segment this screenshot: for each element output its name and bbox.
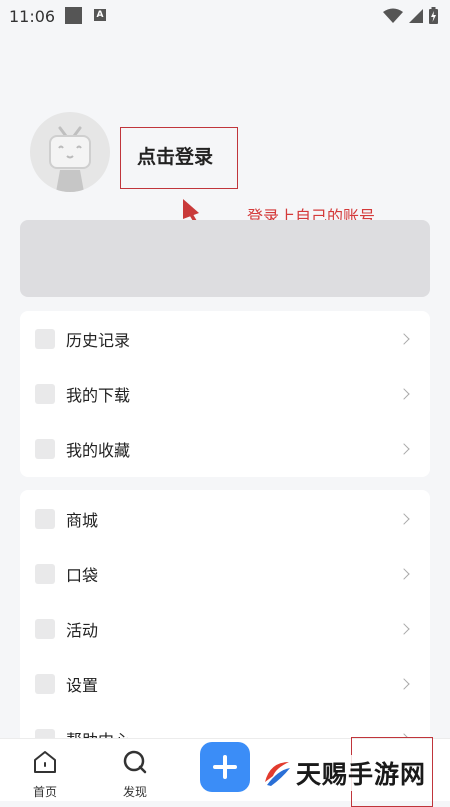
menu-item-favorites[interactable]: 我的收藏 bbox=[20, 429, 430, 469]
chevron-right-icon bbox=[398, 513, 410, 525]
history-icon bbox=[35, 329, 55, 349]
vip-banner[interactable] bbox=[20, 220, 430, 297]
battery-icon bbox=[429, 7, 438, 24]
menu-item-label: 我的下载 bbox=[66, 386, 131, 405]
menu-item-history[interactable]: 历史记录 bbox=[20, 319, 430, 359]
menu-card-primary: 历史记录 我的下载 我的收藏 bbox=[20, 311, 430, 477]
tv-mascot-icon bbox=[49, 126, 91, 192]
home-icon bbox=[34, 751, 56, 773]
status-right bbox=[383, 7, 438, 24]
chevron-right-icon bbox=[398, 678, 410, 690]
chevron-right-icon bbox=[398, 388, 410, 400]
watermark-text: 天赐手游网 bbox=[296, 760, 427, 789]
menu-item-label: 商城 bbox=[66, 511, 99, 530]
mall-icon bbox=[35, 509, 55, 529]
watermark: 天赐手游网 bbox=[262, 755, 427, 791]
status-time: 11:06 bbox=[9, 7, 56, 26]
plus-icon bbox=[213, 755, 237, 779]
signal-icon bbox=[409, 8, 423, 23]
tab-discover[interactable]: 发现 bbox=[105, 739, 165, 801]
menu-card-secondary: 商城 口袋 活动 设置 帮助中心 bbox=[20, 490, 430, 750]
menu-item-label: 历史记录 bbox=[66, 331, 131, 350]
menu-item-pocket[interactable]: 口袋 bbox=[20, 554, 430, 594]
menu-item-label: 口袋 bbox=[66, 566, 99, 585]
watermark-logo-icon bbox=[265, 762, 290, 786]
discover-icon bbox=[123, 750, 147, 774]
menu-item-downloads[interactable]: 我的下载 bbox=[20, 374, 430, 414]
menu-item-label: 我的收藏 bbox=[66, 441, 131, 460]
chevron-right-icon bbox=[398, 443, 410, 455]
notification-square-icon bbox=[65, 7, 82, 24]
a-badge-icon: A bbox=[94, 9, 106, 21]
wifi-icon bbox=[383, 8, 403, 23]
status-bar: 11:06 A bbox=[0, 0, 450, 32]
events-icon bbox=[35, 619, 55, 639]
tab-home-label: 首页 bbox=[32, 785, 57, 799]
menu-item-label: 活动 bbox=[66, 621, 99, 640]
chevron-right-icon bbox=[398, 568, 410, 580]
menu-item-mall[interactable]: 商城 bbox=[20, 499, 430, 539]
tab-home[interactable]: 首页 bbox=[15, 739, 75, 801]
menu-item-label: 设置 bbox=[66, 676, 99, 695]
favorite-icon bbox=[35, 439, 55, 459]
menu-item-settings[interactable]: 设置 bbox=[20, 664, 430, 704]
chevron-right-icon bbox=[398, 623, 410, 635]
download-icon bbox=[35, 384, 55, 404]
tab-discover-label: 发现 bbox=[122, 785, 147, 799]
login-button[interactable]: 点击登录 bbox=[137, 142, 213, 169]
menu-item-events[interactable]: 活动 bbox=[20, 609, 430, 649]
add-button[interactable] bbox=[200, 742, 250, 792]
avatar[interactable] bbox=[30, 112, 110, 192]
settings-icon bbox=[35, 674, 55, 694]
chevron-right-icon bbox=[398, 333, 410, 345]
pocket-icon bbox=[35, 564, 55, 584]
